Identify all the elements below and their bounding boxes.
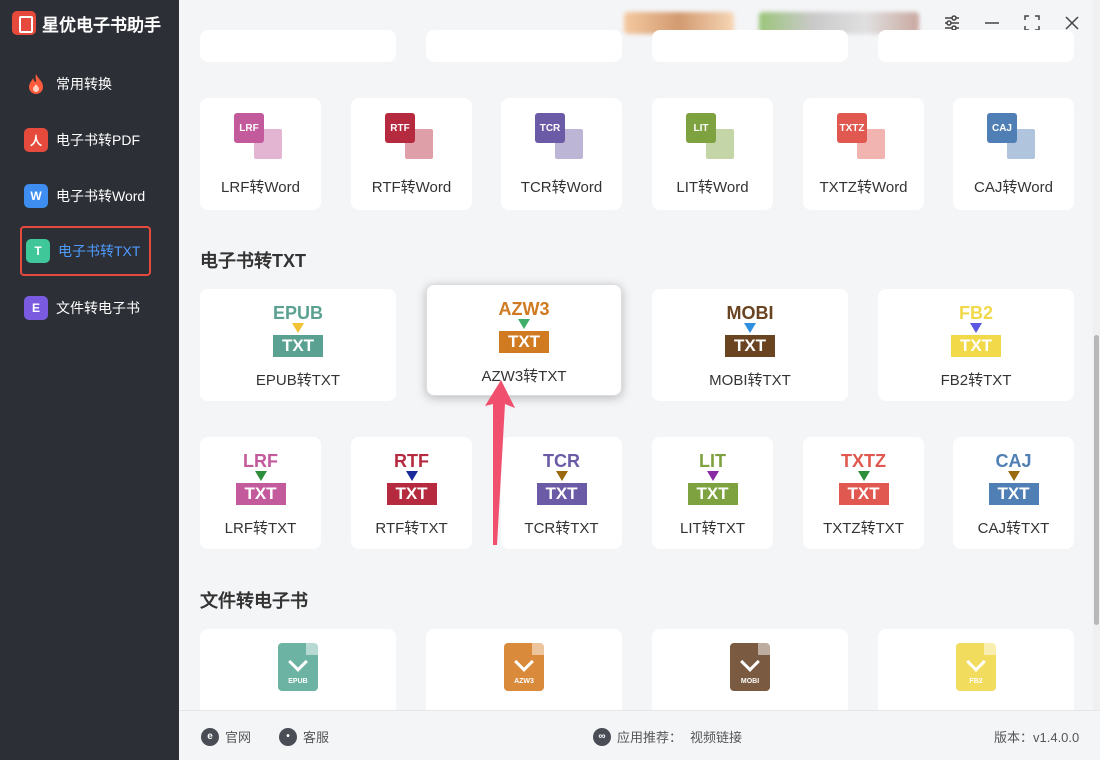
- card-label: LRF转Word: [221, 179, 300, 196]
- app-header: 星优电子书助手: [12, 8, 161, 38]
- ebook-file-icon: EPUB: [278, 643, 318, 691]
- card-label: RTF转Word: [371, 179, 452, 196]
- card-file-to-epub[interactable]: EPUB: [200, 629, 396, 710]
- word-file-icon: LIT: [686, 113, 738, 161]
- ebook-icon: E: [24, 296, 48, 320]
- txt-convert-icon: AZW3 TXT: [498, 299, 550, 353]
- sidebar-item-ebook[interactable]: E 文件转电子书: [20, 283, 151, 333]
- txt-convert-icon: TCR TXT: [501, 451, 622, 511]
- browser-icon: e: [201, 727, 219, 746]
- word-file-icon: RTF: [385, 113, 437, 161]
- txt-convert-icon: EPUB TXT: [272, 303, 323, 357]
- footer: e 官网 • 客服 ∞ 应用推荐： 视频链接 版本：v1.4.0.0: [179, 710, 1100, 760]
- card-azw3-to-txt[interactable]: AZW3 TXT AZW3转TXT: [426, 284, 622, 396]
- sidebar-item-label: 电子书转PDF: [56, 132, 140, 148]
- section-title-ebook: 文件转电子书: [200, 591, 308, 611]
- ebook-file-icon: FB2: [956, 643, 996, 691]
- card-label: CAJ转Word: [974, 179, 1053, 196]
- card-label: FB2转TXT: [940, 372, 1012, 389]
- txt-convert-icon: CAJ TXT: [953, 451, 1074, 511]
- sidebar-item-word[interactable]: W 电子书转Word: [20, 171, 151, 221]
- version-label: 版本：v1.4.0.0: [994, 730, 1080, 745]
- card-caj-to-txt[interactable]: CAJ TXT CAJ转TXT: [953, 437, 1074, 549]
- card-file-to-fb2[interactable]: FB2: [878, 629, 1074, 710]
- card-txtz-to-txt[interactable]: TXTZ TXT TXTZ转TXT: [803, 437, 924, 549]
- card-label: LRF转TXT: [224, 520, 297, 537]
- section-title-txt: 电子书转TXT: [200, 251, 306, 271]
- ebook-file-icon: MOBI: [730, 643, 770, 691]
- card-lrf-to-txt[interactable]: LRF TXT LRF转TXT: [200, 437, 321, 549]
- card-label: TCR转TXT: [524, 520, 599, 537]
- word-file-icon: CAJ: [987, 113, 1039, 161]
- link-icon: ∞: [593, 727, 611, 746]
- card-label: LIT转Word: [676, 179, 749, 196]
- txt-convert-icon: RTF TXT: [351, 451, 472, 511]
- card-lrf-to-word[interactable]: LRF LRF转Word: [200, 98, 321, 210]
- card-partial[interactable]: [200, 30, 396, 62]
- card-file-to-azw3[interactable]: AZW3: [426, 629, 622, 710]
- txt-convert-icon: LIT TXT: [652, 451, 773, 511]
- card-partial[interactable]: [426, 30, 622, 62]
- word-icon: W: [24, 184, 48, 208]
- card-epub-to-txt[interactable]: EPUB TXT EPUB转TXT: [200, 289, 396, 401]
- card-tcr-to-word[interactable]: TCR TCR转Word: [501, 98, 622, 210]
- card-label: MOBI转TXT: [709, 372, 791, 389]
- app-logo-icon: [12, 11, 36, 35]
- sidebar-item-label: 电子书转Word: [56, 188, 146, 204]
- txt-convert-icon: LRF TXT: [200, 451, 321, 511]
- card-label: LIT转TXT: [679, 520, 745, 537]
- card-label: RTF转TXT: [375, 520, 448, 537]
- card-partial[interactable]: [652, 30, 848, 62]
- card-mobi-to-txt[interactable]: MOBI TXT MOBI转TXT: [652, 289, 848, 401]
- sidebar-item-txt[interactable]: T 电子书转TXT: [20, 226, 151, 276]
- card-lit-to-txt[interactable]: LIT TXT LIT转TXT: [652, 437, 773, 549]
- word-file-icon: LRF: [234, 113, 286, 161]
- card-partial[interactable]: [878, 30, 1074, 62]
- sidebar-item-pdf[interactable]: 人 电子书转PDF: [20, 115, 151, 165]
- sidebar-item-common[interactable]: 常用转换: [20, 59, 151, 109]
- service-link[interactable]: • 客服: [279, 727, 329, 746]
- website-link[interactable]: e 官网: [201, 727, 251, 746]
- sidebar-item-label: 电子书转TXT: [58, 243, 141, 259]
- video-link[interactable]: 视频链接: [690, 727, 742, 746]
- sidebar: 星优电子书助手 常用转换 人 电子书转PDF W 电子书转Word T 电子书转…: [0, 0, 179, 760]
- main-content: LRF LRF转Word RTF RTF转Word TCR TCR转Word LIT LIT转…: [179, 0, 1091, 710]
- flame-icon: [24, 72, 48, 96]
- recommend-area: ∞ 应用推荐： 视频链接: [593, 727, 742, 746]
- chat-icon: •: [279, 727, 297, 746]
- card-file-to-mobi[interactable]: MOBI: [652, 629, 848, 710]
- scrollbar-thumb[interactable]: [1094, 335, 1099, 625]
- card-rtf-to-word[interactable]: RTF RTF转Word: [351, 98, 472, 210]
- card-label: TXTZ转Word: [819, 179, 908, 196]
- card-fb2-to-txt[interactable]: FB2 TXT FB2转TXT: [878, 289, 1074, 401]
- txt-convert-icon: MOBI TXT: [725, 303, 775, 357]
- card-label: TCR转Word: [520, 179, 603, 196]
- card-label: AZW3转TXT: [481, 368, 567, 385]
- sidebar-item-label: 文件转电子书: [56, 300, 140, 316]
- scrollbar[interactable]: [1093, 0, 1100, 710]
- word-file-icon: TXTZ: [837, 113, 889, 161]
- pdf-icon: 人: [24, 128, 48, 152]
- card-label: CAJ转TXT: [977, 520, 1050, 537]
- card-label: EPUB转TXT: [255, 372, 341, 389]
- card-tcr-to-txt[interactable]: TCR TXT TCR转TXT: [501, 437, 622, 549]
- card-txtz-to-word[interactable]: TXTZ TXTZ转Word: [803, 98, 924, 210]
- txt-icon: T: [26, 239, 50, 263]
- txt-convert-icon: TXTZ TXT: [803, 451, 924, 511]
- app-title: 星优电子书助手: [42, 15, 161, 35]
- pointer-arrow-annotation: [485, 380, 515, 545]
- sidebar-item-label: 常用转换: [56, 76, 112, 92]
- card-label: TXTZ转TXT: [823, 520, 904, 537]
- ebook-file-icon: AZW3: [504, 643, 544, 691]
- txt-convert-icon: FB2 TXT: [878, 303, 1074, 363]
- card-lit-to-word[interactable]: LIT LIT转Word: [652, 98, 773, 210]
- word-file-icon: TCR: [535, 113, 587, 161]
- card-caj-to-word[interactable]: CAJ CAJ转Word: [953, 98, 1074, 210]
- card-rtf-to-txt[interactable]: RTF TXT RTF转TXT: [351, 437, 472, 549]
